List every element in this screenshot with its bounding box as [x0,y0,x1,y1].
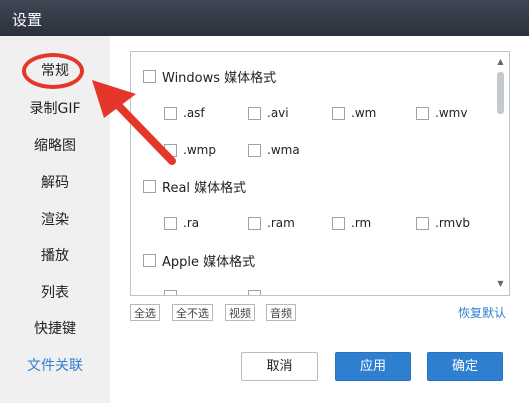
ext-label-ram: .ram [267,216,295,230]
format-list-panel: Windows 媒体格式 .asf .avi .wm .wmv .wmp .wm… [130,51,510,296]
vertical-scrollbar[interactable]: ▲ ▼ [496,58,505,288]
ext-checkbox-ram[interactable] [248,217,261,230]
ext-checkbox-wmv[interactable] [416,107,429,120]
ext-checkbox-wm[interactable] [332,107,345,120]
sidebar-item-thumbnail[interactable]: 缩略图 [0,131,110,161]
sidebar-item-list[interactable]: 列表 [0,278,110,308]
ext-checkbox-wma[interactable] [248,144,261,157]
select-all-button[interactable]: 全选 [130,304,160,321]
scroll-down-icon[interactable]: ▼ [496,280,505,288]
select-none-button[interactable]: 全不选 [172,304,213,321]
select-audio-button[interactable]: 音频 [266,304,296,321]
ext-checkbox-wmp[interactable] [164,144,177,157]
windows-group-checkbox[interactable] [143,70,156,83]
sidebar-item-file-association[interactable]: 文件关联 [0,351,110,381]
title-bar: 设置 [0,0,529,36]
apple-group-checkbox[interactable] [143,254,156,267]
sidebar-item-playback[interactable]: 播放 [0,241,110,271]
ext-label-rm: .rm [351,216,372,230]
ext-label-wmv: .wmv [435,106,468,120]
window-title: 设置 [12,11,43,29]
ok-button[interactable]: 确定 [427,352,503,381]
sidebar-item-render[interactable]: 渲染 [0,205,110,235]
select-video-button[interactable]: 视频 [225,304,255,321]
ext-checkbox-ra[interactable] [164,217,177,230]
apple-group-label: Apple 媒体格式 [162,255,256,270]
ext-label-wm: .wm [351,106,377,120]
ext-label-rmvb: .rmvb [435,216,470,230]
sidebar-item-hotkeys[interactable]: 快捷键 [0,314,110,344]
cancel-button[interactable]: 取消 [241,352,318,381]
ext-checkbox-avi[interactable] [248,107,261,120]
ext-label-ra: .ra [183,216,200,230]
ext-checkbox-asf[interactable] [164,107,177,120]
apply-button[interactable]: 应用 [335,352,411,381]
ext-label-avi: .avi [267,106,289,120]
annotation-circle [22,53,84,89]
restore-default-link[interactable]: 恢复默认 [458,304,506,321]
sidebar-item-record-gif[interactable]: 录制GIF [0,94,110,124]
settings-sidebar: 常规 录制GIF 缩略图 解码 渲染 播放 列表 快捷键 文件关联 [0,36,110,403]
ext-checkbox-partial[interactable] [164,290,177,295]
ext-checkbox-rmvb[interactable] [416,217,429,230]
windows-group-label: Windows 媒体格式 [162,71,277,86]
ext-checkbox-rm[interactable] [332,217,345,230]
ext-label-wmp: .wmp [183,143,216,157]
ext-checkbox-partial[interactable] [248,290,261,295]
scroll-thumb[interactable] [497,72,504,114]
real-group-label: Real 媒体格式 [162,181,247,196]
real-group-checkbox[interactable] [143,180,156,193]
ext-label-wma: .wma [267,143,300,157]
sidebar-item-decode[interactable]: 解码 [0,168,110,198]
ext-label-asf: .asf [183,106,205,120]
scroll-up-icon[interactable]: ▲ [496,58,505,66]
